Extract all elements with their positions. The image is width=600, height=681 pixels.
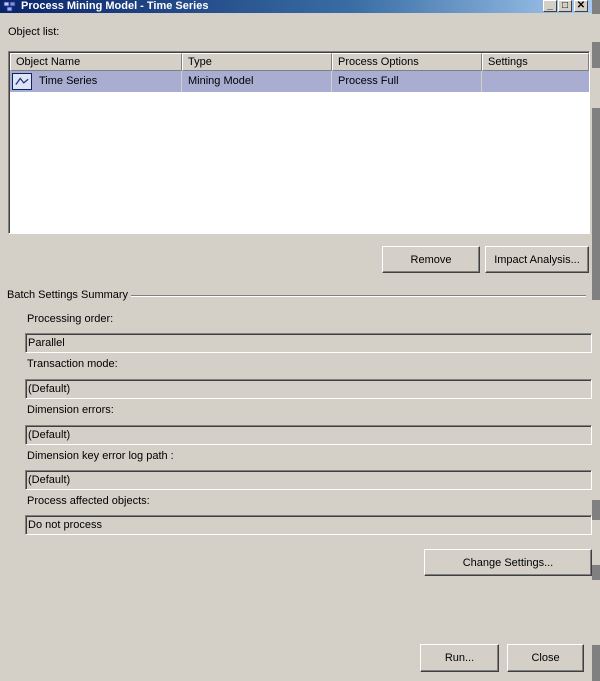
column-header-settings[interactable]: Settings bbox=[482, 53, 589, 71]
close-window-button[interactable]: ✕ bbox=[574, 0, 588, 12]
background-window-edge bbox=[592, 0, 600, 681]
dimension-key-error-log-path-field: (Default) bbox=[25, 470, 592, 490]
process-affected-objects-field: Do not process bbox=[25, 515, 592, 535]
change-settings-button[interactable]: Change Settings... bbox=[424, 549, 592, 576]
maximize-button[interactable]: □ bbox=[558, 0, 572, 12]
dimension-key-error-log-path-label: Dimension key error log path : bbox=[27, 450, 174, 462]
cube-process-icon bbox=[3, 1, 16, 12]
cell-process-options[interactable]: Process Full bbox=[338, 71, 399, 92]
title-bar[interactable]: Process Mining Model - Time Series _ □ ✕ bbox=[0, 0, 592, 13]
object-list-label: Object list: bbox=[8, 26, 60, 38]
processing-order-field: Parallel bbox=[25, 333, 592, 353]
transaction-mode-label: Transaction mode: bbox=[27, 358, 118, 370]
column-header-type[interactable]: Type bbox=[182, 53, 332, 71]
table-row[interactable]: Time Series Mining Model Process Full bbox=[10, 71, 589, 92]
batch-settings-heading: Batch Settings Summary bbox=[7, 289, 129, 301]
run-button[interactable]: Run... bbox=[420, 644, 499, 672]
column-header-object-name[interactable]: Object Name bbox=[10, 53, 182, 71]
dimension-errors-label: Dimension errors: bbox=[27, 404, 114, 416]
close-button[interactable]: Close bbox=[507, 644, 584, 672]
object-list-header: Object Name Type Process Options Setting… bbox=[10, 53, 589, 71]
column-header-process-options[interactable]: Process Options bbox=[332, 53, 482, 71]
window-title: Process Mining Model - Time Series bbox=[21, 0, 209, 12]
cell-object-name: Time Series bbox=[39, 75, 98, 87]
impact-analysis-button[interactable]: Impact Analysis... bbox=[485, 246, 589, 273]
minimize-button[interactable]: _ bbox=[543, 0, 557, 12]
transaction-mode-field: (Default) bbox=[25, 379, 592, 399]
dimension-errors-field: (Default) bbox=[25, 425, 592, 445]
processing-order-label: Processing order: bbox=[27, 313, 114, 325]
object-list[interactable]: Object Name Type Process Options Setting… bbox=[8, 51, 590, 234]
process-affected-objects-label: Process affected objects: bbox=[27, 495, 150, 507]
group-divider bbox=[131, 295, 586, 297]
remove-button[interactable]: Remove bbox=[382, 246, 480, 273]
time-series-model-icon bbox=[12, 73, 32, 90]
cell-type: Mining Model bbox=[188, 75, 254, 87]
